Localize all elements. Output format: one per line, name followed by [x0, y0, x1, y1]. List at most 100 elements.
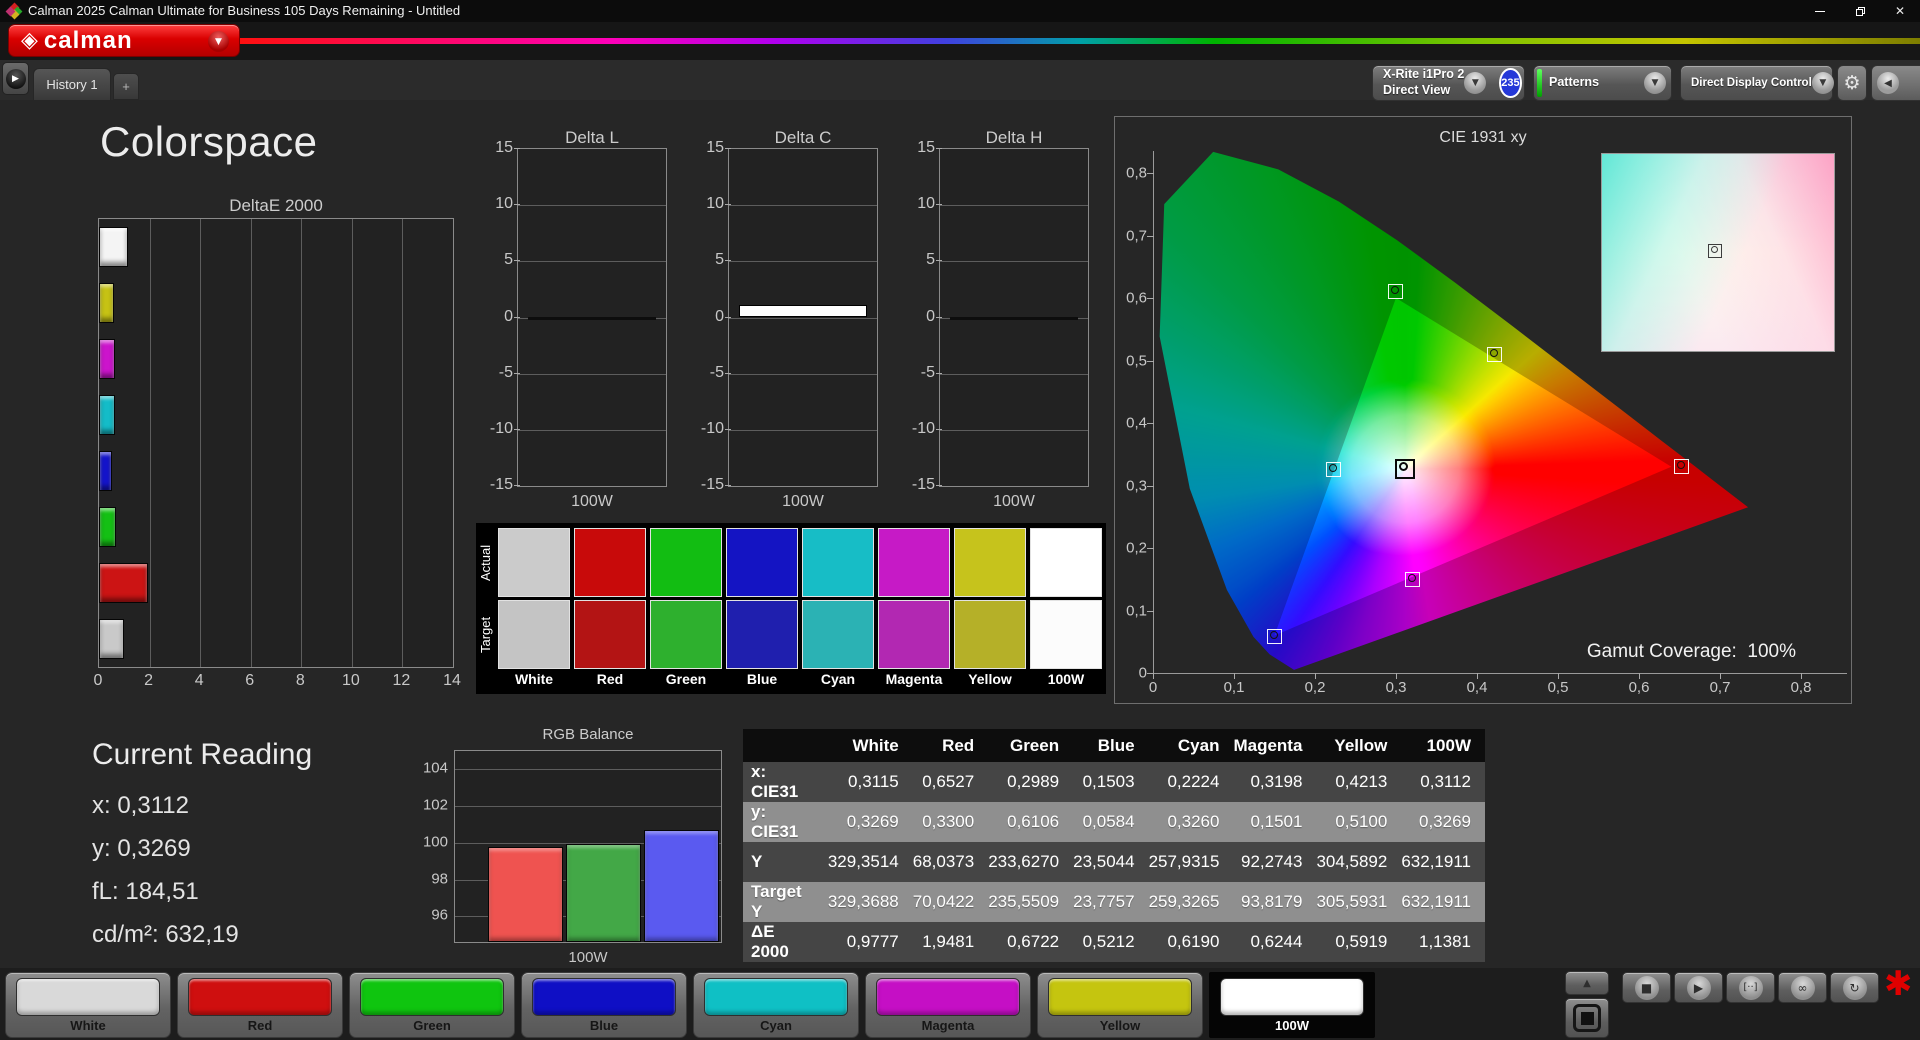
cie-y-tick-mark [1147, 360, 1154, 362]
delta-chart-l: Delta L 15 10 5 0 -5 -10 -15 100W [489, 128, 669, 518]
cie-title: CIE 1931 xy [1439, 129, 1527, 146]
continuous-read-button[interactable]: ∞ [1778, 972, 1827, 1003]
app-icon [5, 2, 23, 20]
pattern-button-label: Blue [589, 1018, 619, 1033]
cie-x-tick-mark [1801, 673, 1802, 679]
add-tab-icon: + [122, 79, 130, 94]
meter-name: X-Rite i1Pro 2 [1383, 67, 1465, 82]
table-column-header-magenta: Magenta [1233, 729, 1317, 762]
actual-target-swatch-panel: Actual Target White Red Green Blue Cyan Magenta… [476, 523, 1106, 694]
table-cell: 259,3265 [1148, 882, 1234, 922]
rgb-balance-chart: RGB Balance 100W 104 102 100 98 96 [420, 726, 740, 976]
table-cell: 1,1381 [1401, 922, 1485, 962]
display-control-dropdown[interactable]: Direct Display Control ▼ [1680, 65, 1834, 101]
repeat-button[interactable]: ↻ [1830, 972, 1879, 1003]
play-button[interactable]: ▶ [1674, 972, 1723, 1003]
pattern-button-cyan[interactable]: Cyan [693, 972, 859, 1038]
cie-y-tick-label: 0,7 [1126, 227, 1147, 244]
gamut-coverage-readout: Gamut Coverage: 100% [1587, 641, 1796, 663]
delta-y-tick-mark [514, 204, 520, 206]
deltae-gridline [149, 219, 151, 667]
delta-x-label: 100W [571, 493, 613, 510]
pattern-button-100w[interactable]: 100W [1209, 972, 1375, 1038]
pattern-button-magenta[interactable]: Magenta [865, 972, 1031, 1038]
cie-marker-red [1674, 459, 1690, 475]
table-cell: 23,5044 [1073, 842, 1149, 882]
delta-gridline [518, 373, 666, 375]
rgb-y-tick-label: 102 [422, 796, 448, 814]
delta-y-tick-label: 5 [504, 251, 513, 269]
pattern-button-blue[interactable]: Blue [521, 972, 687, 1038]
maximize-restore-button[interactable] [1840, 0, 1880, 22]
delta-gridline [729, 317, 877, 319]
pattern-window-toggle-button[interactable] [1565, 998, 1609, 1038]
pattern-range-button[interactable]: [··] [1726, 972, 1775, 1003]
delta-y-tick-mark [514, 485, 520, 486]
target-swatch [574, 600, 646, 669]
table-column-header-green: Green [988, 729, 1074, 762]
add-tab-button[interactable]: + [113, 73, 139, 100]
delta-y-tick-mark [725, 316, 731, 318]
table-cell: 0,6527 [912, 762, 989, 802]
actual-swatch [802, 528, 874, 597]
settings-button[interactable]: ⚙ [1837, 65, 1867, 101]
cie-y-tick-mark [1147, 173, 1154, 174]
history-panel-expander[interactable]: ▶ [2, 62, 29, 95]
cie-marker-blue [1267, 629, 1283, 644]
cie-y-tick-label: 0,5 [1126, 352, 1147, 369]
meter-label: X-Rite i1Pro 2 Direct View [1383, 67, 1464, 98]
close-button[interactable]: ✕ [1880, 0, 1920, 22]
swatch-row-label-target: Target [478, 616, 493, 654]
swatch-row-label-actual: Actual [478, 544, 493, 582]
cie-marker-cyan [1325, 461, 1341, 477]
deltae-gridline [250, 219, 252, 667]
patterns-dropdown[interactable]: Patterns ▼ [1533, 65, 1672, 101]
marker-circle [1711, 246, 1718, 253]
infinity-icon: ∞ [1790, 975, 1815, 1000]
cie-y-tick-label: 0,2 [1126, 539, 1147, 557]
gear-icon: ⚙ [1843, 72, 1861, 94]
deltae-x-tick-label: 10 [341, 672, 360, 689]
deltae-gridline [301, 219, 303, 667]
marker-circle [1328, 463, 1337, 472]
table-cell: 233,6270 [988, 842, 1074, 882]
pattern-button-yellow[interactable]: Yellow [1037, 972, 1203, 1038]
table-row: x: CIE31 0,3115 0,6527 0,2989 0,1503 0,2224 0,… [743, 762, 1485, 802]
cie-x-tick-label: 0,8 [1790, 679, 1812, 696]
calman-menu-chevron-icon: ▼ [208, 31, 229, 52]
pattern-button-green[interactable]: Green [349, 972, 515, 1038]
swatch-column-label: White [514, 671, 554, 687]
current-reading-x: x: 0,3112 [92, 792, 189, 819]
table-cell: 329,3514 [827, 842, 913, 882]
swatch-column-blue: Blue [726, 523, 798, 694]
tab-history-label: History 1 [46, 77, 98, 92]
table-cell: 0,3260 [1148, 802, 1234, 842]
calman-menu-button[interactable]: ◈ calman ▼ [8, 24, 240, 57]
current-reading-title: Current Reading [92, 738, 313, 771]
pattern-window-icon [1573, 1004, 1601, 1032]
current-reading-cdm: cd/m²: 632,19 [92, 921, 239, 948]
collapse-transport-button[interactable]: ▲ [1565, 971, 1609, 995]
table-cell: 0,6722 [988, 922, 1074, 962]
delta-gridline [940, 373, 1088, 375]
pattern-button-red[interactable]: Red [177, 972, 343, 1038]
meter-dropdown[interactable]: X-Rite i1Pro 2 Direct View ▼ 235 [1372, 65, 1525, 101]
table-row-label: y: CIE31 [743, 802, 828, 842]
collapse-toolbar-button[interactable]: ◀ [1871, 65, 1920, 101]
cie-y-tick-mark [1147, 298, 1154, 299]
stop-button[interactable]: ■ [1622, 972, 1671, 1003]
swatch-column-label: Cyan [820, 671, 856, 687]
pattern-button-white[interactable]: White [5, 972, 171, 1038]
tab-history-1[interactable]: History 1 [33, 68, 111, 100]
deltae-gridline [402, 219, 404, 667]
deltae-gridline [351, 219, 353, 667]
delta-gridline [940, 205, 1088, 207]
table-cell: 0,1503 [1073, 762, 1149, 802]
deltae-x-axis: 0 2 4 6 8 10 12 14 [94, 672, 461, 692]
delta-zero-bar [950, 316, 1078, 320]
gamut-coverage-label: Gamut Coverage: [1586, 641, 1737, 662]
delta-y-tick-mark [936, 148, 942, 149]
alert-asterisk-icon[interactable]: ✱ [1884, 964, 1913, 1004]
delta-chart-h: Delta H 15 10 5 0 -5 -10 -15 100W [911, 128, 1091, 518]
minimize-button[interactable] [1800, 0, 1840, 22]
